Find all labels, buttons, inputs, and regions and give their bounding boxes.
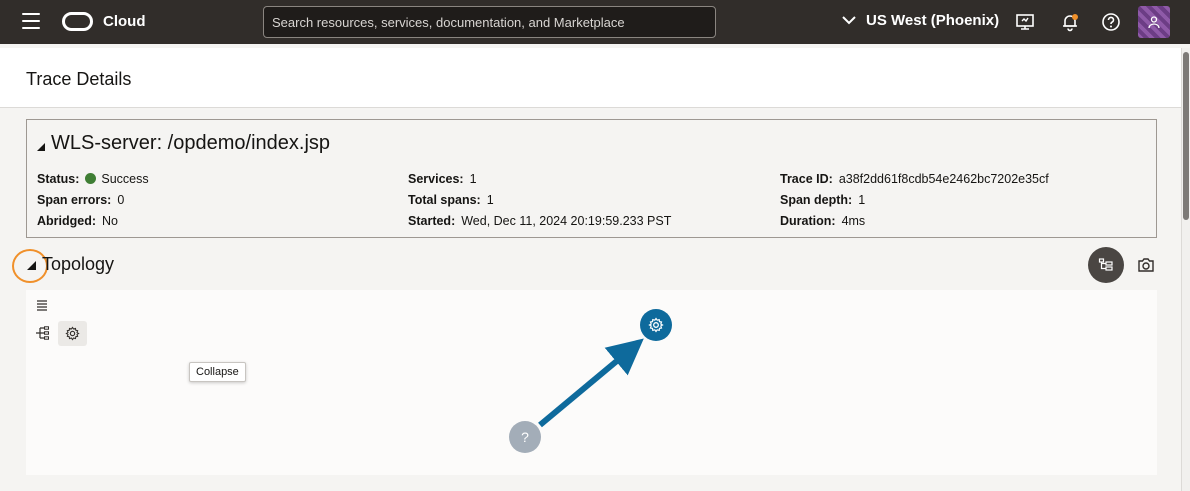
page-header: Trace Details — [0, 48, 1181, 108]
duration-label: Duration: — [780, 214, 836, 228]
trace-id-field: Trace ID: a38f2dd61f8cdb54e2462bc7202e35c… — [780, 172, 1049, 186]
started-field: Started: Wed, Dec 11, 2024 20:19:59.233 P… — [408, 214, 671, 228]
topology-title: Topology — [42, 254, 115, 274]
abridged-field: Abridged: No — [37, 214, 118, 228]
help-icon[interactable] — [1101, 12, 1121, 32]
started-value: Wed, Dec 11, 2024 20:19:59.233 PST — [461, 214, 672, 228]
topology-graph: ? — [509, 309, 672, 453]
span-errors-value: 0 — [117, 193, 125, 207]
region-selector[interactable]: US West (Phoenix) — [842, 12, 999, 29]
region-label: US West (Phoenix) — [866, 12, 1000, 29]
trace-id-label: Trace ID: — [780, 172, 833, 186]
total-spans-field: Total spans: 1 — [408, 193, 494, 207]
scrollbar-thumb[interactable] — [1183, 52, 1189, 220]
success-status-icon — [85, 173, 97, 184]
status-field: Status: Success — [37, 172, 149, 186]
collapse-triangle-icon[interactable] — [37, 142, 45, 151]
page-title: Trace Details — [26, 69, 132, 89]
brand-label[interactable]: Cloud — [103, 13, 146, 30]
search-input[interactable] — [263, 6, 716, 38]
user-avatar[interactable] — [1138, 6, 1170, 38]
oracle-logo-icon[interactable] — [62, 12, 93, 31]
span-depth-field: Span depth: 1 — [780, 193, 865, 207]
trace-summary-title[interactable]: WLS-server: /opdemo/index.jsp — [37, 132, 330, 155]
chevron-down-icon — [842, 16, 856, 25]
started-label: Started: — [408, 214, 456, 228]
status-label: Status: — [37, 172, 80, 186]
span-edge[interactable] — [538, 338, 644, 428]
status-value: Success — [101, 172, 149, 186]
hierarchy-view-icon — [1098, 258, 1113, 271]
hierarchy-view-button[interactable] — [1088, 247, 1124, 283]
hamburger-icon[interactable] — [22, 13, 40, 29]
trace-name: WLS-server: /opdemo/index.jsp — [51, 132, 331, 154]
span-errors-label: Span errors: — [37, 193, 112, 207]
trace-summary-panel: WLS-server: /opdemo/index.jsp Status: Suc… — [26, 119, 1157, 238]
trace-id-value: a38f2dd61f8cdb54e2462bc7202e35cf — [838, 172, 1049, 186]
services-label: Services: — [408, 172, 464, 186]
monitor-icon[interactable] — [1015, 12, 1035, 32]
duration-field: Duration: 4ms — [780, 214, 865, 228]
top-bar: Cloud US West (Phoenix) — [0, 0, 1190, 44]
service-node[interactable] — [640, 309, 672, 341]
span-errors-field: Span errors: 0 — [37, 193, 124, 207]
unknown-node-glyph: ? — [521, 429, 529, 445]
span-depth-label: Span depth: — [780, 193, 853, 207]
unknown-node[interactable]: ? — [509, 421, 541, 453]
user-icon — [1148, 16, 1160, 29]
camera-icon[interactable] — [1136, 255, 1156, 275]
duration-value: 4ms — [841, 214, 866, 228]
total-spans-label: Total spans: — [408, 193, 481, 207]
span-depth-value: 1 — [858, 193, 866, 207]
services-value: 1 — [469, 172, 477, 186]
services-field: Services: 1 — [408, 172, 477, 186]
abridged-value: No — [102, 214, 119, 228]
bell-icon[interactable] — [1060, 12, 1080, 32]
abridged-label: Abridged: — [37, 214, 97, 228]
total-spans-value: 1 — [486, 193, 494, 207]
